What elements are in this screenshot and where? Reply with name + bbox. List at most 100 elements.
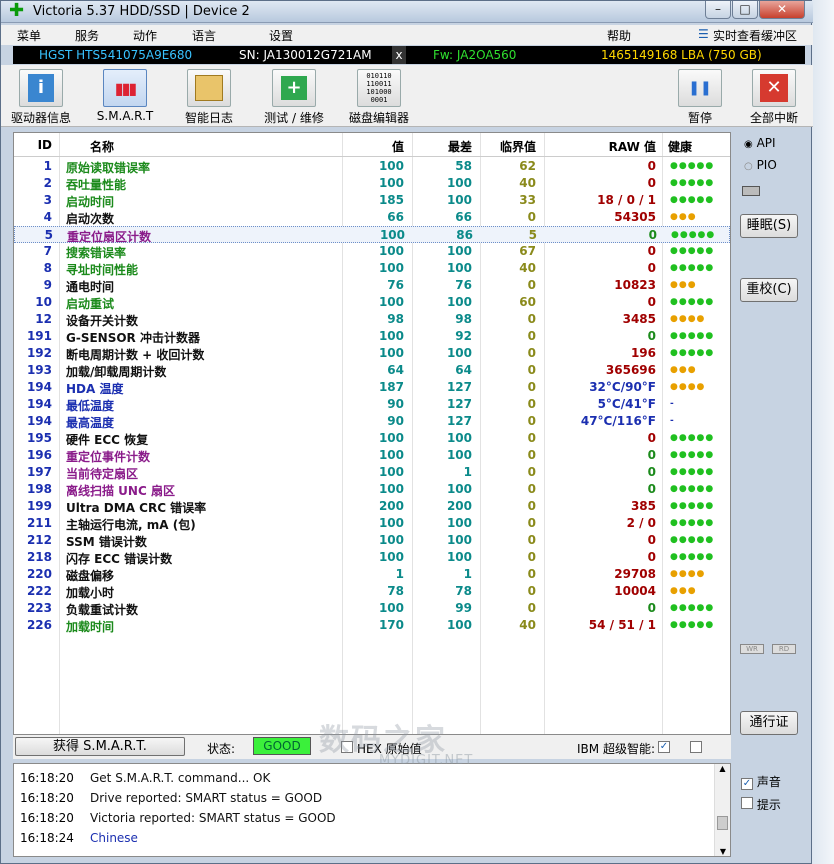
- table-row[interactable]: 8 寻址时间性能 100 100 40 0 ●●●●●: [14, 260, 730, 277]
- cell-id: 222: [26, 584, 52, 598]
- pio-radio[interactable]: ○ PIO: [744, 158, 777, 172]
- sleep-button[interactable]: 睡眠(S): [740, 214, 798, 238]
- table-row[interactable]: 193 加载/卸载周期计数 64 64 0 365696 ●●●: [14, 362, 730, 379]
- scroll-thumb[interactable]: [717, 816, 728, 830]
- header-worst[interactable]: 最差: [412, 138, 472, 155]
- table-row[interactable]: 195 硬件 ECC 恢复 100 100 0 0 ●●●●●: [14, 430, 730, 447]
- table-row[interactable]: 5 重定位扇区计数 100 86 5 0 ●●●●●: [14, 226, 730, 244]
- table-row[interactable]: 198 离线扫描 UNC 扇区 100 100 0 0 ●●●●●: [14, 481, 730, 498]
- menu-bar: 菜单 服务 动作 语言 设置 帮助 ☰ 实时查看缓冲区: [1, 25, 813, 45]
- cell-worst: 100: [446, 346, 472, 360]
- sound-checkbox[interactable]: ✓ 声音: [741, 773, 781, 790]
- passport-button[interactable]: 通行证: [740, 711, 798, 735]
- log-time: 16:18:20: [20, 771, 74, 785]
- table-row[interactable]: 194 最低温度 90 127 0 5°C/41°F -: [14, 396, 730, 413]
- smart-log-button[interactable]: 智能日志: [181, 69, 237, 126]
- binary-editor-icon: 010110 110011 101000 0001: [357, 69, 401, 107]
- close-device-icon[interactable]: x: [392, 46, 406, 64]
- menu-item-realtime-buffer[interactable]: 实时查看缓冲区: [713, 27, 797, 44]
- cell-health: ●●●●●: [670, 603, 715, 613]
- header-value[interactable]: 值: [344, 138, 404, 155]
- menu-item-settings[interactable]: 设置: [269, 27, 293, 44]
- smart-button[interactable]: ▮▮▮ S.M.A.R.T: [93, 69, 157, 123]
- header-name[interactable]: 名称: [90, 138, 114, 155]
- disk-editor-button[interactable]: 010110 110011 101000 0001 磁盘编辑器: [347, 69, 411, 126]
- menu-item-action[interactable]: 动作: [133, 27, 157, 44]
- menu-item-language[interactable]: 语言: [192, 27, 216, 44]
- table-row[interactable]: 2 吞吐量性能 100 100 40 0 ●●●●●: [14, 175, 730, 192]
- maximize-button[interactable]: □: [732, 1, 758, 19]
- header-id[interactable]: ID: [14, 138, 52, 152]
- scroll-down-icon[interactable]: ▼: [715, 847, 731, 856]
- cell-name: 硬件 ECC 恢复: [66, 433, 149, 447]
- api-radio[interactable]: ◉ API: [744, 136, 776, 150]
- header-raw[interactable]: RAW 值: [544, 138, 656, 155]
- cell-raw: 10823: [614, 278, 656, 292]
- menu-item-help[interactable]: 帮助: [607, 27, 631, 44]
- table-row[interactable]: 194 最高温度 90 127 0 47°C/116°F -: [14, 413, 730, 430]
- ibm-smart-checkbox[interactable]: ✓: [658, 741, 670, 753]
- table-row[interactable]: 226 加载时间 170 100 40 54 / 51 / 1 ●●●●●: [14, 617, 730, 634]
- cell-value: 90: [387, 397, 404, 411]
- table-row[interactable]: 3 启动时间 185 100 33 18 / 0 / 1 ●●●●●: [14, 192, 730, 209]
- info-icon: i: [19, 69, 63, 107]
- device-firmware: Fw: JA2OA560: [433, 48, 517, 62]
- abort-all-button[interactable]: ✕ 全部中断: [747, 69, 801, 126]
- cell-name: SSM 错误计数: [66, 535, 147, 549]
- close-button[interactable]: ✕: [759, 1, 805, 19]
- cell-threshold: 0: [527, 567, 536, 581]
- cell-raw: 0: [647, 329, 656, 343]
- table-row[interactable]: 220 磁盘偏移 1 1 0 29708 ●●●●: [14, 566, 730, 583]
- table-row[interactable]: 222 加载小时 78 78 0 10004 ●●●: [14, 583, 730, 600]
- drive-info-button[interactable]: i 驱动器信息: [11, 69, 71, 126]
- menu-item-menu[interactable]: 菜单: [17, 27, 41, 44]
- cell-id: 194: [26, 380, 52, 394]
- cell-id: 193: [26, 363, 52, 377]
- cell-threshold: 33: [519, 193, 536, 207]
- pause-button[interactable]: ❚❚ 暂停: [677, 69, 723, 126]
- table-row[interactable]: 199 Ultra DMA CRC 错误率 200 200 0 385 ●●●●●: [14, 498, 730, 515]
- minimize-button[interactable]: –: [705, 1, 731, 19]
- table-row[interactable]: 194 HDA 温度 187 127 0 32°C/90°F ●●●●: [14, 379, 730, 396]
- table-row[interactable]: 9 通电时间 76 76 0 10823 ●●●: [14, 277, 730, 294]
- cell-id: 199: [26, 499, 52, 513]
- test-repair-button[interactable]: + 测试 / 维修: [259, 69, 329, 126]
- extra-checkbox[interactable]: [690, 741, 702, 753]
- table-row[interactable]: 223 负载重试计数 100 99 0 0 ●●●●●: [14, 600, 730, 617]
- table-row[interactable]: 218 闪存 ECC 错误计数 100 100 0 0 ●●●●●: [14, 549, 730, 566]
- table-row[interactable]: 1 原始读取错误率 100 58 62 0 ●●●●●: [14, 158, 730, 175]
- cell-health: -: [670, 416, 675, 426]
- table-row[interactable]: 4 启动次数 66 66 0 54305 ●●●: [14, 209, 730, 226]
- menu-item-service[interactable]: 服务: [75, 27, 99, 44]
- scroll-up-icon[interactable]: ▲: [715, 764, 730, 773]
- title-bar[interactable]: ✚ Victoria 5.37 HDD/SSD | Device 2 – □ ✕: [1, 1, 813, 23]
- table-row[interactable]: 10 启动重试 100 100 60 0 ●●●●●: [14, 294, 730, 311]
- table-row[interactable]: 197 当前待定扇区 100 1 0 0 ●●●●●: [14, 464, 730, 481]
- table-row[interactable]: 12 设备开关计数 98 98 0 3485 ●●●●: [14, 311, 730, 328]
- table-row[interactable]: 196 重定位事件计数 100 100 0 0 ●●●●●: [14, 447, 730, 464]
- table-row[interactable]: 191 G-SENSOR 冲击计数器 100 92 0 0 ●●●●●: [14, 328, 730, 345]
- smart-table[interactable]: ID 名称 值 最差 临界值 RAW 值 健康 1 原始读取错误率 100 58 62 0…: [13, 132, 731, 735]
- cell-id: 195: [26, 431, 52, 445]
- cell-raw: 0: [647, 482, 656, 496]
- table-row[interactable]: 7 搜索错误率 100 100 67 0 ●●●●●: [14, 243, 730, 260]
- table-row[interactable]: 211 主轴运行电流, mA (包) 100 100 0 2 / 0 ●●●●●: [14, 515, 730, 532]
- cell-raw: 5°C/41°F: [597, 397, 656, 411]
- log-message: Get S.M.A.R.T. command... OK: [90, 771, 271, 785]
- header-threshold[interactable]: 临界值: [476, 138, 536, 155]
- cell-name: 断电周期计数 + 收回计数: [66, 348, 205, 362]
- cell-health: ●●●●●: [670, 297, 715, 307]
- table-row[interactable]: 192 断电周期计数 + 收回计数 100 100 0 196 ●●●●●: [14, 345, 730, 362]
- recalibrate-button[interactable]: 重校(C): [740, 278, 798, 302]
- hints-checkbox[interactable]: 提示: [741, 796, 781, 813]
- cell-id: 4: [43, 210, 52, 224]
- cell-raw: 365696: [605, 363, 656, 377]
- device-serial: SN: JA130012G721AM: [239, 48, 372, 62]
- get-smart-button[interactable]: 获得 S.M.A.R.T.: [15, 737, 185, 756]
- api-label: API: [756, 136, 776, 150]
- device-model[interactable]: HGST HTS541075A9E680: [39, 46, 192, 64]
- table-row[interactable]: 212 SSM 错误计数 100 100 0 0 ●●●●●: [14, 532, 730, 549]
- cell-raw: 0: [647, 601, 656, 615]
- header-health[interactable]: 健康: [668, 138, 692, 155]
- log-scrollbar[interactable]: ▲ ▼: [714, 764, 730, 856]
